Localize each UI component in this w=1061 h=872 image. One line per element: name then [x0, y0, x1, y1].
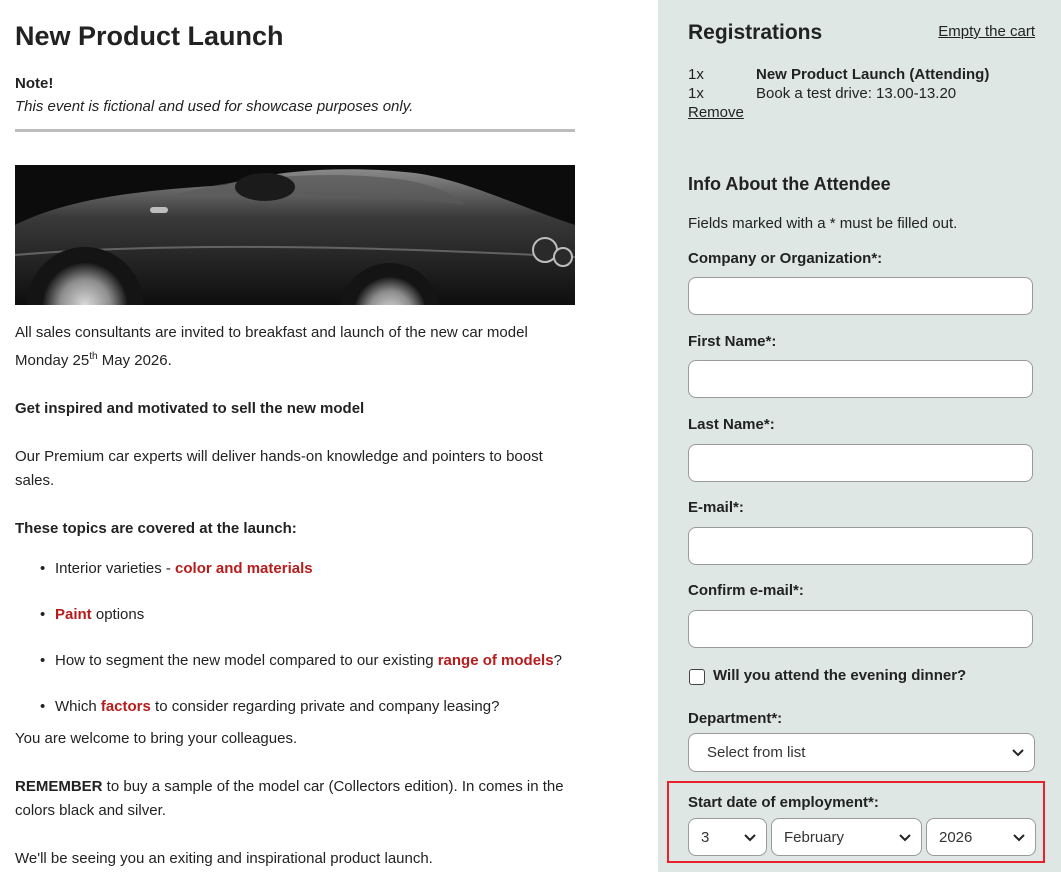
factors-link[interactable]: factors: [101, 698, 151, 715]
confirm-email-label: Confirm e-mail*:: [688, 582, 804, 599]
remember-bold: REMEMBER: [15, 778, 103, 795]
list-item: • Interior varieties - color and material…: [15, 557, 580, 581]
last-name-label: Last Name*:: [688, 416, 775, 433]
topic-text: How to segment the new model compared to…: [55, 652, 438, 669]
color-materials-link[interactable]: color and materials: [175, 560, 313, 577]
last-name-input[interactable]: [688, 444, 1033, 482]
topic-text: to consider regarding private and compan…: [150, 698, 500, 715]
closing-paragraph: We'll be seeing you an exiting and inspi…: [15, 850, 433, 867]
page-title: New Product Launch: [15, 21, 284, 51]
chevron-down-icon: [1012, 749, 1024, 757]
event-content: New Product Launch Note! This event is f…: [15, 0, 580, 871]
confirm-email-input[interactable]: [688, 610, 1033, 648]
dinner-label: Will you attend the evening dinner?: [713, 667, 967, 684]
event-date-sup: th: [89, 351, 98, 362]
bullet-icon: •: [40, 698, 46, 715]
company-input[interactable]: [688, 277, 1033, 315]
hero-car-image: [15, 165, 575, 305]
topics-list: • Interior varieties - color and material…: [15, 557, 580, 719]
required-fields-note: Fields marked with a * must be filled ou…: [688, 215, 958, 232]
department-label: Department*:: [688, 710, 783, 727]
company-label: Company or Organization*:: [688, 250, 883, 267]
event-date-prefix: Monday 25: [15, 352, 90, 369]
divider: [15, 129, 575, 132]
bullet-icon: •: [40, 652, 46, 669]
topic-text: Which: [55, 698, 101, 715]
event-date-suffix: May 2026.: [97, 352, 172, 369]
dinner-checkbox[interactable]: [689, 669, 705, 685]
note-text: This event is fictional and used for sho…: [15, 98, 414, 115]
remember-paragraph: REMEMBER to buy a sample of the model ca…: [15, 775, 580, 823]
topic-text: ?: [553, 652, 562, 669]
email-label: E-mail*:: [688, 499, 744, 516]
topic-text: options: [91, 606, 145, 623]
intro-paragraph: All sales consultants are invited to bre…: [15, 321, 580, 373]
empty-cart-link[interactable]: Empty the cart: [938, 22, 1035, 42]
attendee-info-title: Info About the Attendee: [688, 174, 891, 194]
cart-item-name: Book a test drive: 13.00-13.20: [756, 85, 957, 102]
car-illustration: [15, 165, 575, 305]
email-input[interactable]: [688, 527, 1033, 565]
intro-line: All sales consultants are invited to bre…: [15, 324, 528, 341]
start-date-highlight: [667, 781, 1045, 863]
inspire-heading: Get inspired and motivated to sell the n…: [15, 400, 365, 417]
welcome-paragraph: You are welcome to bring your colleagues…: [15, 730, 298, 747]
registrations-title: Registrations: [688, 21, 823, 44]
list-item: • How to segment the new model compared t…: [15, 649, 580, 673]
topics-heading: These topics are covered at the launch:: [15, 520, 297, 537]
cart-item-name: New Product Launch (Attending): [756, 66, 990, 83]
first-name-label: First Name*:: [688, 333, 777, 350]
cart-item: 1x New Product Launch (Attending): [688, 65, 989, 84]
topic-text: Interior varieties -: [55, 560, 176, 577]
first-name-input[interactable]: [688, 360, 1033, 398]
department-select[interactable]: Select from list: [688, 733, 1035, 772]
note-heading: Note!: [15, 75, 54, 92]
registration-sidebar: Registrations Empty the cart 1x New Produ…: [658, 0, 1061, 872]
cart-item-qty: 1x: [688, 66, 704, 83]
cart-item-qty: 1x: [688, 85, 704, 102]
list-item: • Which factors to consider regarding pri…: [15, 695, 580, 719]
experts-paragraph: Our Premium car experts will deliver han…: [15, 448, 543, 489]
bullet-icon: •: [40, 606, 46, 623]
cart-item: 1x Book a test drive: 13.00-13.20: [688, 84, 956, 103]
bullet-icon: •: [40, 560, 46, 577]
paint-link[interactable]: Paint: [55, 606, 92, 623]
remove-link[interactable]: Remove: [688, 103, 744, 122]
department-value: Select from list: [707, 744, 806, 761]
list-item: • Paint options: [15, 603, 580, 627]
range-of-models-link[interactable]: range of models: [438, 652, 554, 669]
